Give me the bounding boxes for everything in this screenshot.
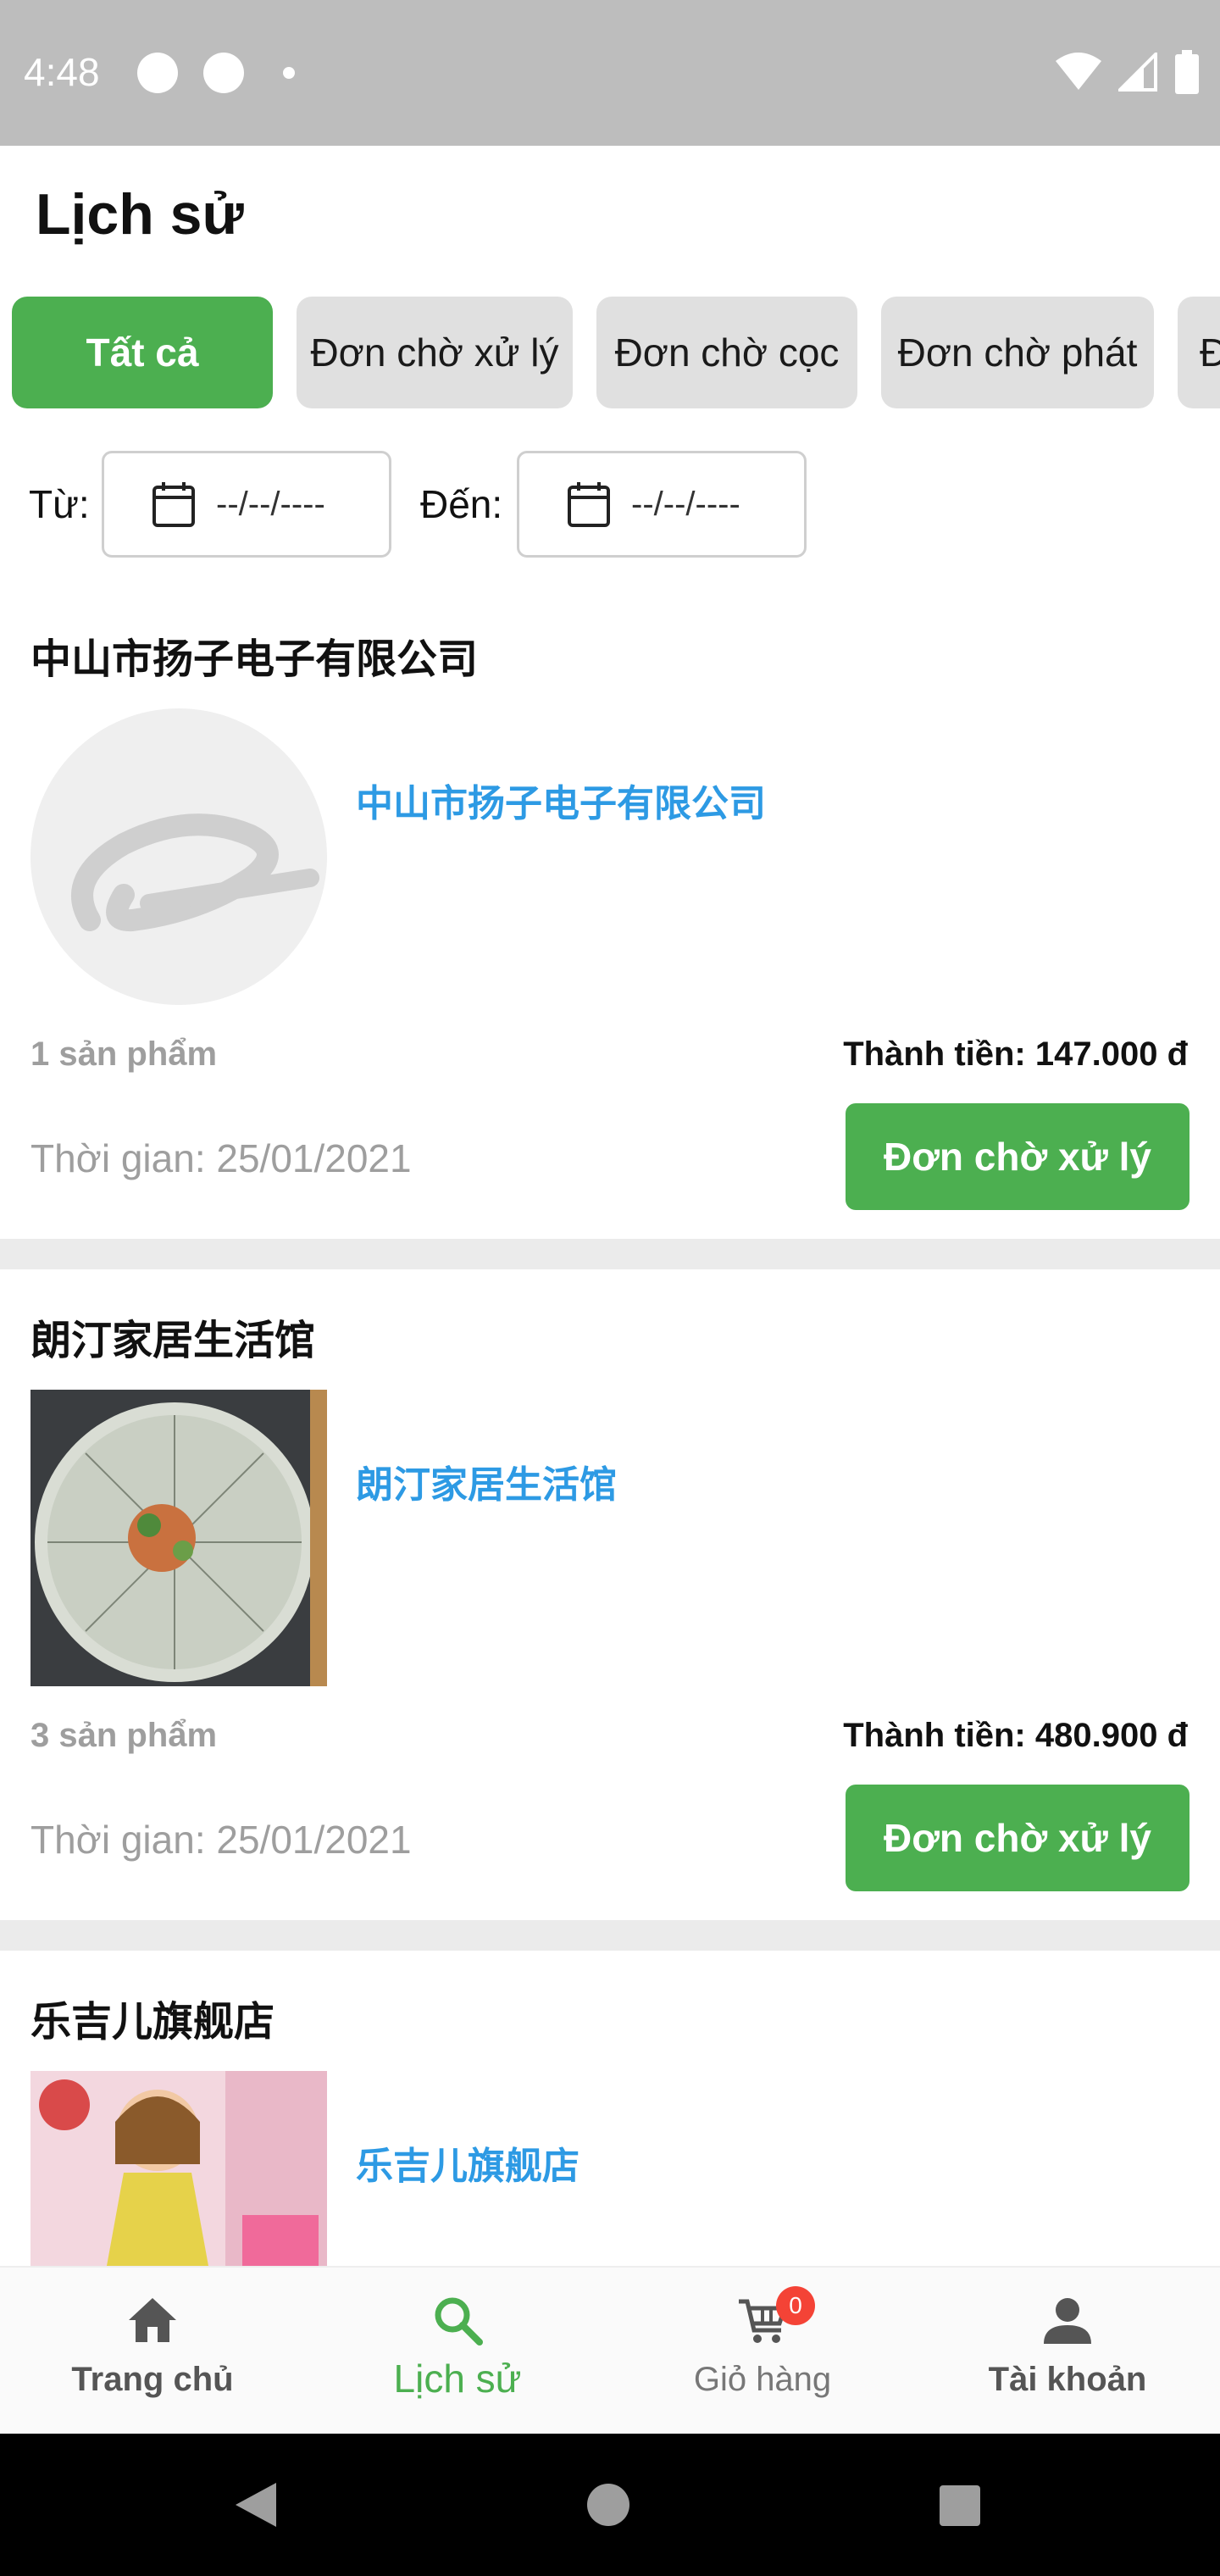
order-total: Thành tiền: 147.000 đ bbox=[843, 1035, 1188, 1073]
order-shop-link[interactable]: 中山市扬子电子有限公司 bbox=[356, 773, 766, 827]
status-bar: 4:48 bbox=[0, 0, 1220, 146]
home-icon bbox=[129, 2298, 176, 2342]
calendar-icon bbox=[568, 482, 610, 527]
search-icon bbox=[435, 2297, 483, 2346]
order-status-button[interactable]: Đơn chờ xử lý bbox=[846, 1103, 1190, 1210]
product-image bbox=[30, 2071, 327, 2266]
order-total: Thành tiền: 480.900 đ bbox=[843, 1717, 1188, 1754]
from-date-field[interactable]: --/--/---- bbox=[102, 451, 391, 558]
to-date-field[interactable]: --/--/---- bbox=[517, 451, 807, 558]
person-icon bbox=[1044, 2298, 1091, 2344]
nav-cart-label: Giỏ hàng bbox=[693, 2361, 832, 2398]
calendar-icon bbox=[152, 482, 195, 527]
notification-dot-icon bbox=[137, 53, 178, 93]
tab-pending-delivery[interactable]: Đơn chờ phát bbox=[881, 297, 1154, 408]
order-shop-name: 中山市扬子电子有限公司 bbox=[30, 637, 479, 682]
cart-badge: 0 bbox=[776, 2286, 815, 2325]
nav-cart[interactable]: 0 Giỏ hàng bbox=[610, 2268, 915, 2435]
page-title: Lịch sử bbox=[36, 182, 244, 247]
order-separator bbox=[0, 1239, 1220, 1269]
system-navigation-bar bbox=[0, 2434, 1220, 2576]
wifi-icon bbox=[1056, 53, 1101, 90]
order-item-count: 1 sản phẩm bbox=[30, 1035, 218, 1073]
order-shop-link[interactable]: 朗汀家居生活馆 bbox=[356, 1454, 617, 1508]
to-label: Đến: bbox=[420, 482, 503, 526]
nav-history-label: Lịch sử bbox=[393, 2357, 522, 2401]
nav-history[interactable]: Lịch sử bbox=[305, 2268, 610, 2435]
tab-pending-processing[interactable]: Đơn chờ xử lý bbox=[297, 297, 573, 408]
order-time: Thời gian: 25/01/2021 bbox=[30, 1818, 412, 1862]
status-filter-tabs: Tất cả Đơn chờ xử lý Đơn chờ cọc Đơn chờ… bbox=[12, 297, 1220, 408]
order-shop-name: 乐吉儿旗舰店 bbox=[30, 2000, 275, 2045]
to-date-value: --/--/---- bbox=[631, 485, 740, 523]
product-image bbox=[30, 1390, 327, 1686]
tab-pending-deposit[interactable]: Đơn chờ cọc bbox=[596, 297, 857, 408]
tab-all[interactable]: Tất cả bbox=[12, 297, 273, 408]
status-time: 4:48 bbox=[24, 50, 100, 94]
tab-more[interactable]: Đ bbox=[1178, 297, 1220, 408]
shop-logo-image bbox=[30, 708, 327, 1005]
order-item-count: 3 sản phẩm bbox=[30, 1717, 218, 1754]
order-shop-name: 朗汀家居生活馆 bbox=[30, 1319, 316, 1363]
recents-icon[interactable] bbox=[939, 2484, 981, 2527]
order-shop-link[interactable]: 乐吉儿旗舰店 bbox=[356, 2135, 580, 2190]
order-status-button[interactable]: Đơn chờ xử lý bbox=[846, 1785, 1190, 1891]
order-time: Thời gian: 25/01/2021 bbox=[30, 1136, 412, 1180]
bottom-navigation: Trang chủ Lịch sử 0 Giỏ hàng Tài khoản bbox=[0, 2266, 1220, 2434]
home-circle-icon[interactable] bbox=[586, 2483, 630, 2527]
order-separator bbox=[0, 1920, 1220, 1951]
notification-dot-icon bbox=[203, 53, 244, 93]
signal-icon bbox=[1118, 53, 1157, 92]
nav-account-label: Tài khoản bbox=[988, 2361, 1147, 2398]
nav-home[interactable]: Trang chủ bbox=[0, 2268, 305, 2435]
from-label: Từ: bbox=[29, 482, 90, 526]
battery-icon bbox=[1175, 50, 1199, 94]
notification-more-icon bbox=[283, 67, 295, 79]
nav-account[interactable]: Tài khoản bbox=[915, 2268, 1220, 2435]
back-icon[interactable] bbox=[234, 2481, 278, 2529]
from-date-value: --/--/---- bbox=[216, 485, 325, 523]
nav-home-label: Trang chủ bbox=[71, 2361, 234, 2398]
